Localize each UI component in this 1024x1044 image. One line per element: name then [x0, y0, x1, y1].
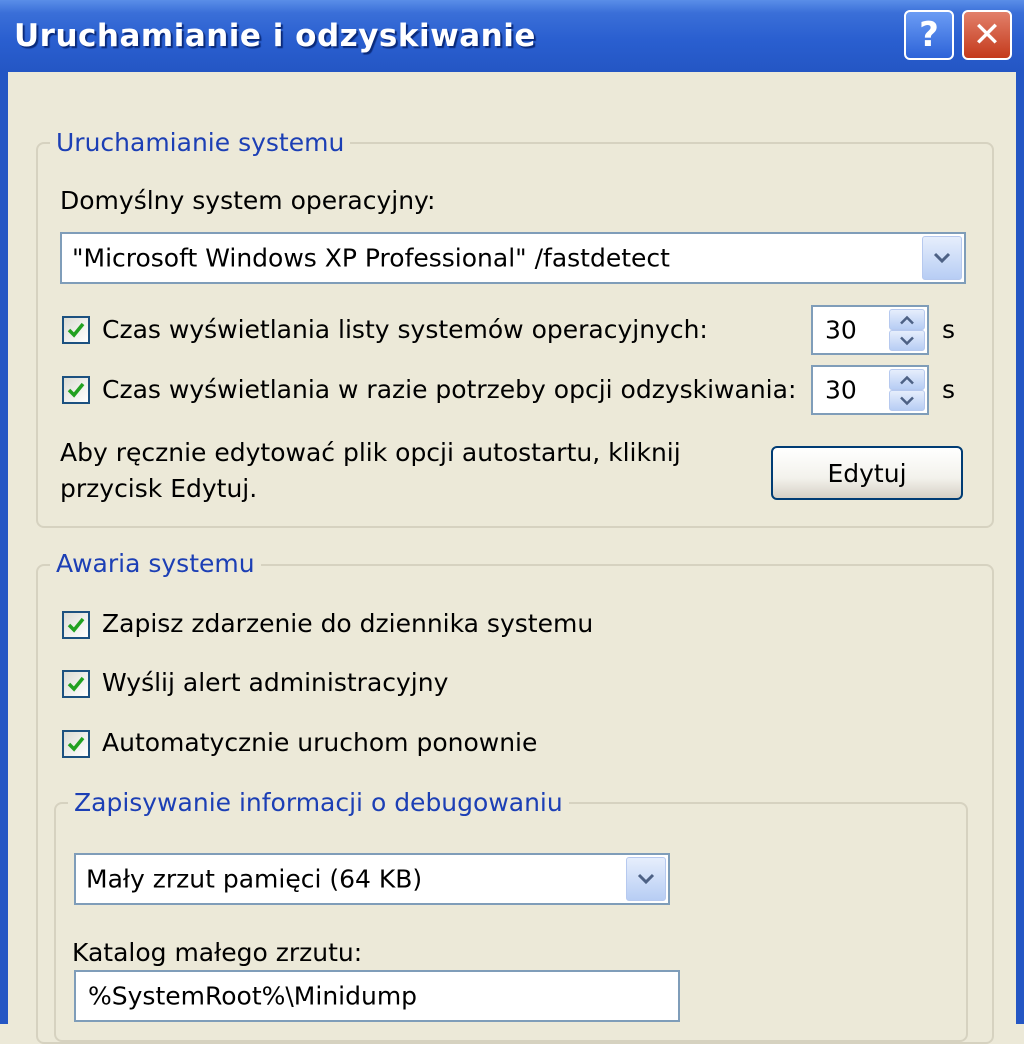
- close-button[interactable]: ✕: [962, 10, 1012, 60]
- chevron-down-icon[interactable]: [626, 857, 666, 901]
- dump-type-select[interactable]: Mały zrzut pamięci (64 KB): [74, 853, 670, 905]
- show-recovery-unit: s: [942, 375, 956, 404]
- edit-hint-line1: Aby ręcznie edytować plik opcji autostar…: [60, 438, 681, 467]
- show-list-unit: s: [942, 315, 956, 344]
- edit-hint-line2: przycisk Edytuj.: [60, 474, 258, 503]
- check-icon: [67, 617, 85, 633]
- dump-dir-value[interactable]: %SystemRoot%\Minidump: [88, 982, 417, 1011]
- send-alert-checkbox[interactable]: [62, 670, 90, 698]
- window-title: Uruchamianie i odzyskiwanie: [14, 18, 536, 54]
- default-os-label: Domyślny system operacyjny:: [60, 186, 436, 215]
- spin-up-icon[interactable]: [889, 309, 925, 330]
- show-recovery-value[interactable]: 30: [825, 376, 857, 405]
- debug-group-title: Zapisywanie informacji o debugowaniu: [68, 788, 569, 817]
- edit-button[interactable]: Edytuj: [771, 446, 963, 500]
- spin-up-icon[interactable]: [889, 369, 925, 390]
- title-bar: Uruchamianie i odzyskiwanie ? ✕: [0, 0, 1024, 72]
- auto-restart-label[interactable]: Automatycznie uruchom ponownie: [102, 728, 537, 757]
- dump-dir-label: Katalog małego zrzutu:: [72, 938, 363, 967]
- show-recovery-checkbox[interactable]: [62, 376, 90, 404]
- help-icon: ?: [919, 15, 939, 55]
- send-alert-label[interactable]: Wyślij alert administracyjny: [102, 668, 448, 697]
- show-recovery-spinner[interactable]: 30: [811, 365, 929, 415]
- show-recovery-label[interactable]: Czas wyświetlania w razie potrzeby opcji…: [102, 375, 796, 404]
- check-icon: [67, 676, 85, 692]
- show-list-label[interactable]: Czas wyświetlania listy systemów operacy…: [102, 315, 708, 344]
- log-event-label[interactable]: Zapisz zdarzenie do dziennika systemu: [102, 609, 593, 638]
- edit-button-label: Edytuj: [827, 458, 907, 488]
- help-button[interactable]: ?: [904, 10, 954, 60]
- startup-group-title: Uruchamianie systemu: [50, 128, 351, 157]
- default-os-select[interactable]: "Microsoft Windows XP Professional" /fas…: [60, 232, 966, 284]
- show-list-value[interactable]: 30: [825, 316, 857, 345]
- failure-group-title: Awaria systemu: [50, 549, 261, 578]
- spin-down-icon[interactable]: [889, 330, 925, 351]
- show-list-spinner[interactable]: 30: [811, 305, 929, 355]
- check-icon: [67, 736, 85, 752]
- window-border-right: [1016, 72, 1024, 1024]
- chevron-down-icon[interactable]: [922, 236, 962, 280]
- auto-restart-checkbox[interactable]: [62, 730, 90, 758]
- check-icon: [67, 322, 85, 338]
- log-event-checkbox[interactable]: [62, 611, 90, 639]
- show-list-checkbox[interactable]: [62, 316, 90, 344]
- dump-dir-input[interactable]: %SystemRoot%\Minidump: [74, 970, 680, 1022]
- check-icon: [67, 382, 85, 398]
- dump-type-value: Mały zrzut pamięci (64 KB): [86, 864, 423, 894]
- window-border-left: [0, 72, 8, 1024]
- default-os-value: "Microsoft Windows XP Professional" /fas…: [72, 243, 670, 273]
- spin-down-icon[interactable]: [889, 390, 925, 411]
- close-icon: ✕: [972, 15, 1002, 55]
